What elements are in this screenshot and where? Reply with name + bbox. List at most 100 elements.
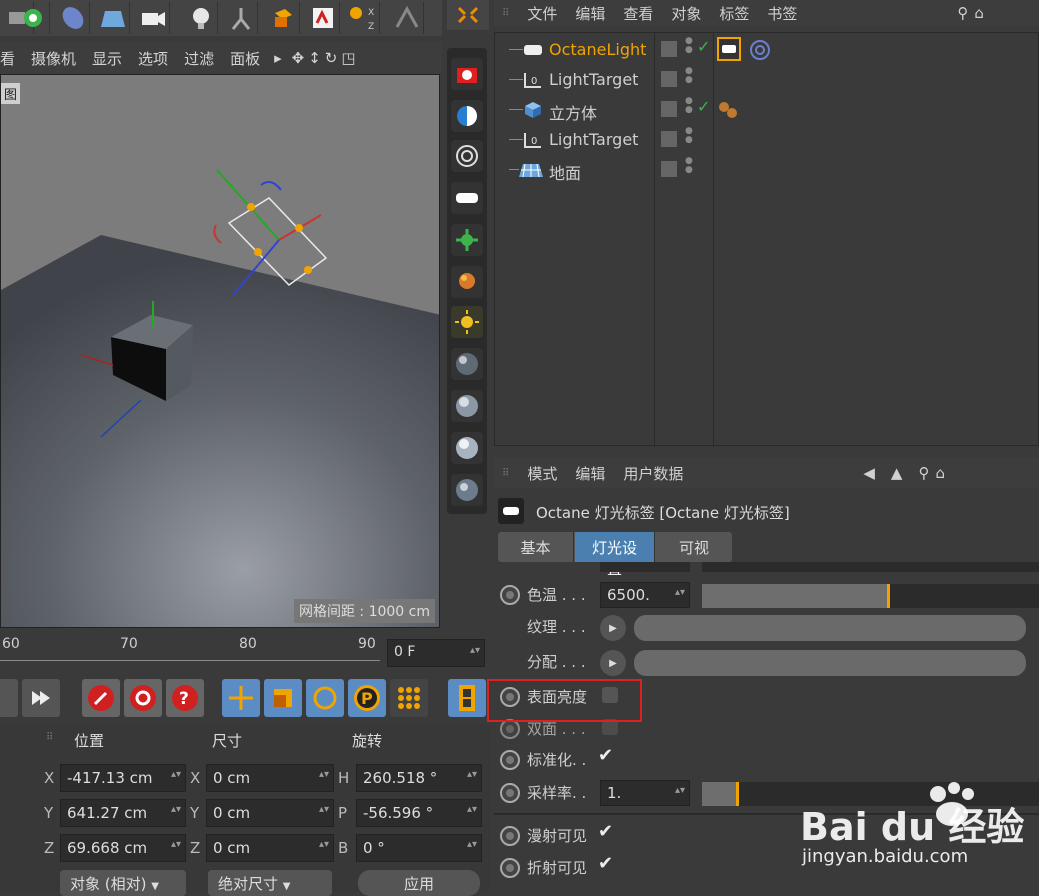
size-z-field[interactable]: 0 cm ▴▾ [206, 834, 334, 862]
layer-icon[interactable] [661, 131, 677, 147]
grip-icon[interactable]: ⠿ [502, 8, 509, 19]
menu-filter[interactable]: 过滤 [184, 48, 214, 69]
character-icon[interactable] [224, 2, 258, 34]
object-mode-dropdown[interactable]: 对象 (相对) ▼ [60, 870, 186, 896]
menu-view[interactable]: 看 [0, 48, 15, 69]
octane-toolbar-toggle[interactable] [447, 0, 489, 30]
object-name[interactable]: OctaneLight [549, 40, 646, 59]
enabled-check-icon[interactable]: ✓ [697, 97, 710, 116]
daylight-icon[interactable] [451, 306, 483, 338]
object-row[interactable]: OctaneLight ● ● ✓ [495, 35, 1039, 65]
texture-link-field[interactable] [634, 615, 1026, 641]
menu-bookmarks[interactable]: 书签 [767, 3, 797, 24]
search-icon[interactable]: ⚲ [957, 4, 968, 22]
slider-handle[interactable] [887, 584, 891, 608]
param-tool-icon[interactable]: P [348, 679, 386, 717]
animate-radio[interactable] [500, 719, 520, 739]
rotation-b-field[interactable]: 0 ° ▴▾ [356, 834, 482, 862]
film-strip-icon[interactable] [448, 679, 486, 717]
object-name[interactable]: LightTarget [549, 130, 638, 149]
search-icon[interactable]: ⚲ [918, 464, 929, 482]
menu-file[interactable]: 文件 [527, 3, 557, 24]
axis-icon[interactable]: XZ [346, 2, 380, 34]
rotation-h-field[interactable]: 260.518 ° ▴▾ [356, 764, 482, 792]
tab-light-settings[interactable]: 灯光设置 [575, 532, 655, 578]
layer-icon[interactable] [661, 41, 677, 57]
layer-icon[interactable] [661, 71, 677, 87]
object-row[interactable]: 地面 ● ● [495, 155, 1039, 185]
spline-icon[interactable] [16, 2, 50, 34]
color-temp-slider[interactable] [702, 584, 1039, 608]
target-tag-icon[interactable] [749, 39, 771, 61]
object-name[interactable]: 立方体 [549, 100, 597, 124]
current-frame-field[interactable]: 0 F ▴▾ [387, 639, 485, 667]
help-icon[interactable]: ? [166, 679, 204, 717]
points-mode-icon[interactable] [390, 679, 428, 717]
rotation-p-field[interactable]: -56.596 ° ▴▾ [356, 799, 482, 827]
position-y-field[interactable]: 641.27 cm ▴▾ [60, 799, 186, 827]
render-camera-icon[interactable] [451, 58, 483, 90]
animate-radio[interactable] [500, 750, 520, 770]
animate-radio[interactable] [500, 783, 520, 803]
animate-radio[interactable] [500, 858, 520, 878]
deformer-icon[interactable] [266, 2, 300, 34]
grip-icon[interactable]: ⠿ [46, 732, 53, 743]
enabled-check-icon[interactable]: ✓ [697, 37, 710, 56]
more-arrow-icon[interactable]: ▸ [274, 49, 282, 67]
contrast-icon[interactable] [451, 100, 483, 132]
tab-visibility[interactable]: 可视 [656, 532, 732, 562]
sampling-rate-field[interactable]: 1. ▴▾ [600, 780, 690, 806]
normalize-checkbox[interactable]: ✔ [598, 745, 613, 766]
go-to-end-icon[interactable] [22, 679, 60, 717]
home-icon[interactable]: ⌂ [974, 4, 984, 22]
sketch-icon[interactable] [306, 2, 340, 34]
up-arrow-icon[interactable]: ▲ [891, 464, 903, 482]
record-key-icon[interactable] [82, 679, 120, 717]
menu-edit[interactable]: 编辑 [575, 3, 605, 24]
menu-objects[interactable]: 对象 [671, 3, 701, 24]
lock-icon[interactable]: ⌂ [935, 464, 945, 482]
object-name[interactable]: 地面 [549, 160, 581, 184]
3d-viewport[interactable]: 图 网格间距 : 1000 cm [0, 74, 440, 628]
object-row[interactable]: 0 LightTarget ● ● [495, 125, 1039, 155]
sun-green-icon[interactable] [451, 224, 483, 256]
nurbs-icon[interactable] [56, 2, 90, 34]
zoom-view-icon[interactable]: ↕ [308, 49, 321, 67]
material-sphere-icon[interactable] [451, 348, 483, 380]
menu-camera[interactable]: 摄像机 [31, 48, 76, 69]
move-view-icon[interactable]: ✥ [292, 49, 305, 67]
object-row[interactable]: 0 LightTarget ● ● [495, 65, 1039, 95]
position-x-field[interactable]: -417.13 cm ▴▾ [60, 764, 186, 792]
animate-radio[interactable] [500, 585, 520, 605]
mix-sphere-icon[interactable] [451, 474, 483, 506]
material-tag-icon[interactable] [717, 99, 741, 121]
menu-mode[interactable]: 模式 [527, 463, 557, 484]
rotate-tool-icon[interactable] [306, 679, 344, 717]
area-light-icon[interactable] [451, 182, 483, 214]
apply-button[interactable]: 应用 [358, 870, 480, 896]
menu-options[interactable]: 选项 [138, 48, 168, 69]
diffuse-visible-checkbox[interactable]: ✔ [598, 821, 613, 842]
timeline-ruler[interactable]: 60 70 80 90 [0, 634, 380, 670]
layer-icon[interactable] [661, 101, 677, 117]
menu-view[interactable]: 查看 [623, 3, 653, 24]
grip-icon[interactable]: ⠿ [502, 468, 509, 479]
autokey-icon[interactable] [124, 679, 162, 717]
rotate-view-icon[interactable]: ↻ [325, 49, 338, 67]
scale-tool-icon[interactable] [264, 679, 302, 717]
size-y-field[interactable]: 0 cm ▴▾ [206, 799, 334, 827]
glossy-sphere-icon[interactable] [451, 390, 483, 422]
layer-icon[interactable] [661, 161, 677, 177]
target-ring-icon[interactable] [451, 140, 483, 172]
menu-tags[interactable]: 标签 [719, 3, 749, 24]
render-settings-icon[interactable] [390, 2, 424, 34]
expand-icon[interactable]: ▶ [600, 650, 626, 676]
animate-radio[interactable] [500, 826, 520, 846]
move-tool-icon[interactable] [222, 679, 260, 717]
menu-user-data[interactable]: 用户数据 [623, 463, 683, 484]
size-x-field[interactable]: 0 cm ▴▾ [206, 764, 334, 792]
distribution-link-field[interactable] [634, 650, 1026, 676]
specular-sphere-icon[interactable] [451, 432, 483, 464]
menu-display[interactable]: 显示 [92, 48, 122, 69]
play-icon[interactable] [0, 679, 18, 717]
